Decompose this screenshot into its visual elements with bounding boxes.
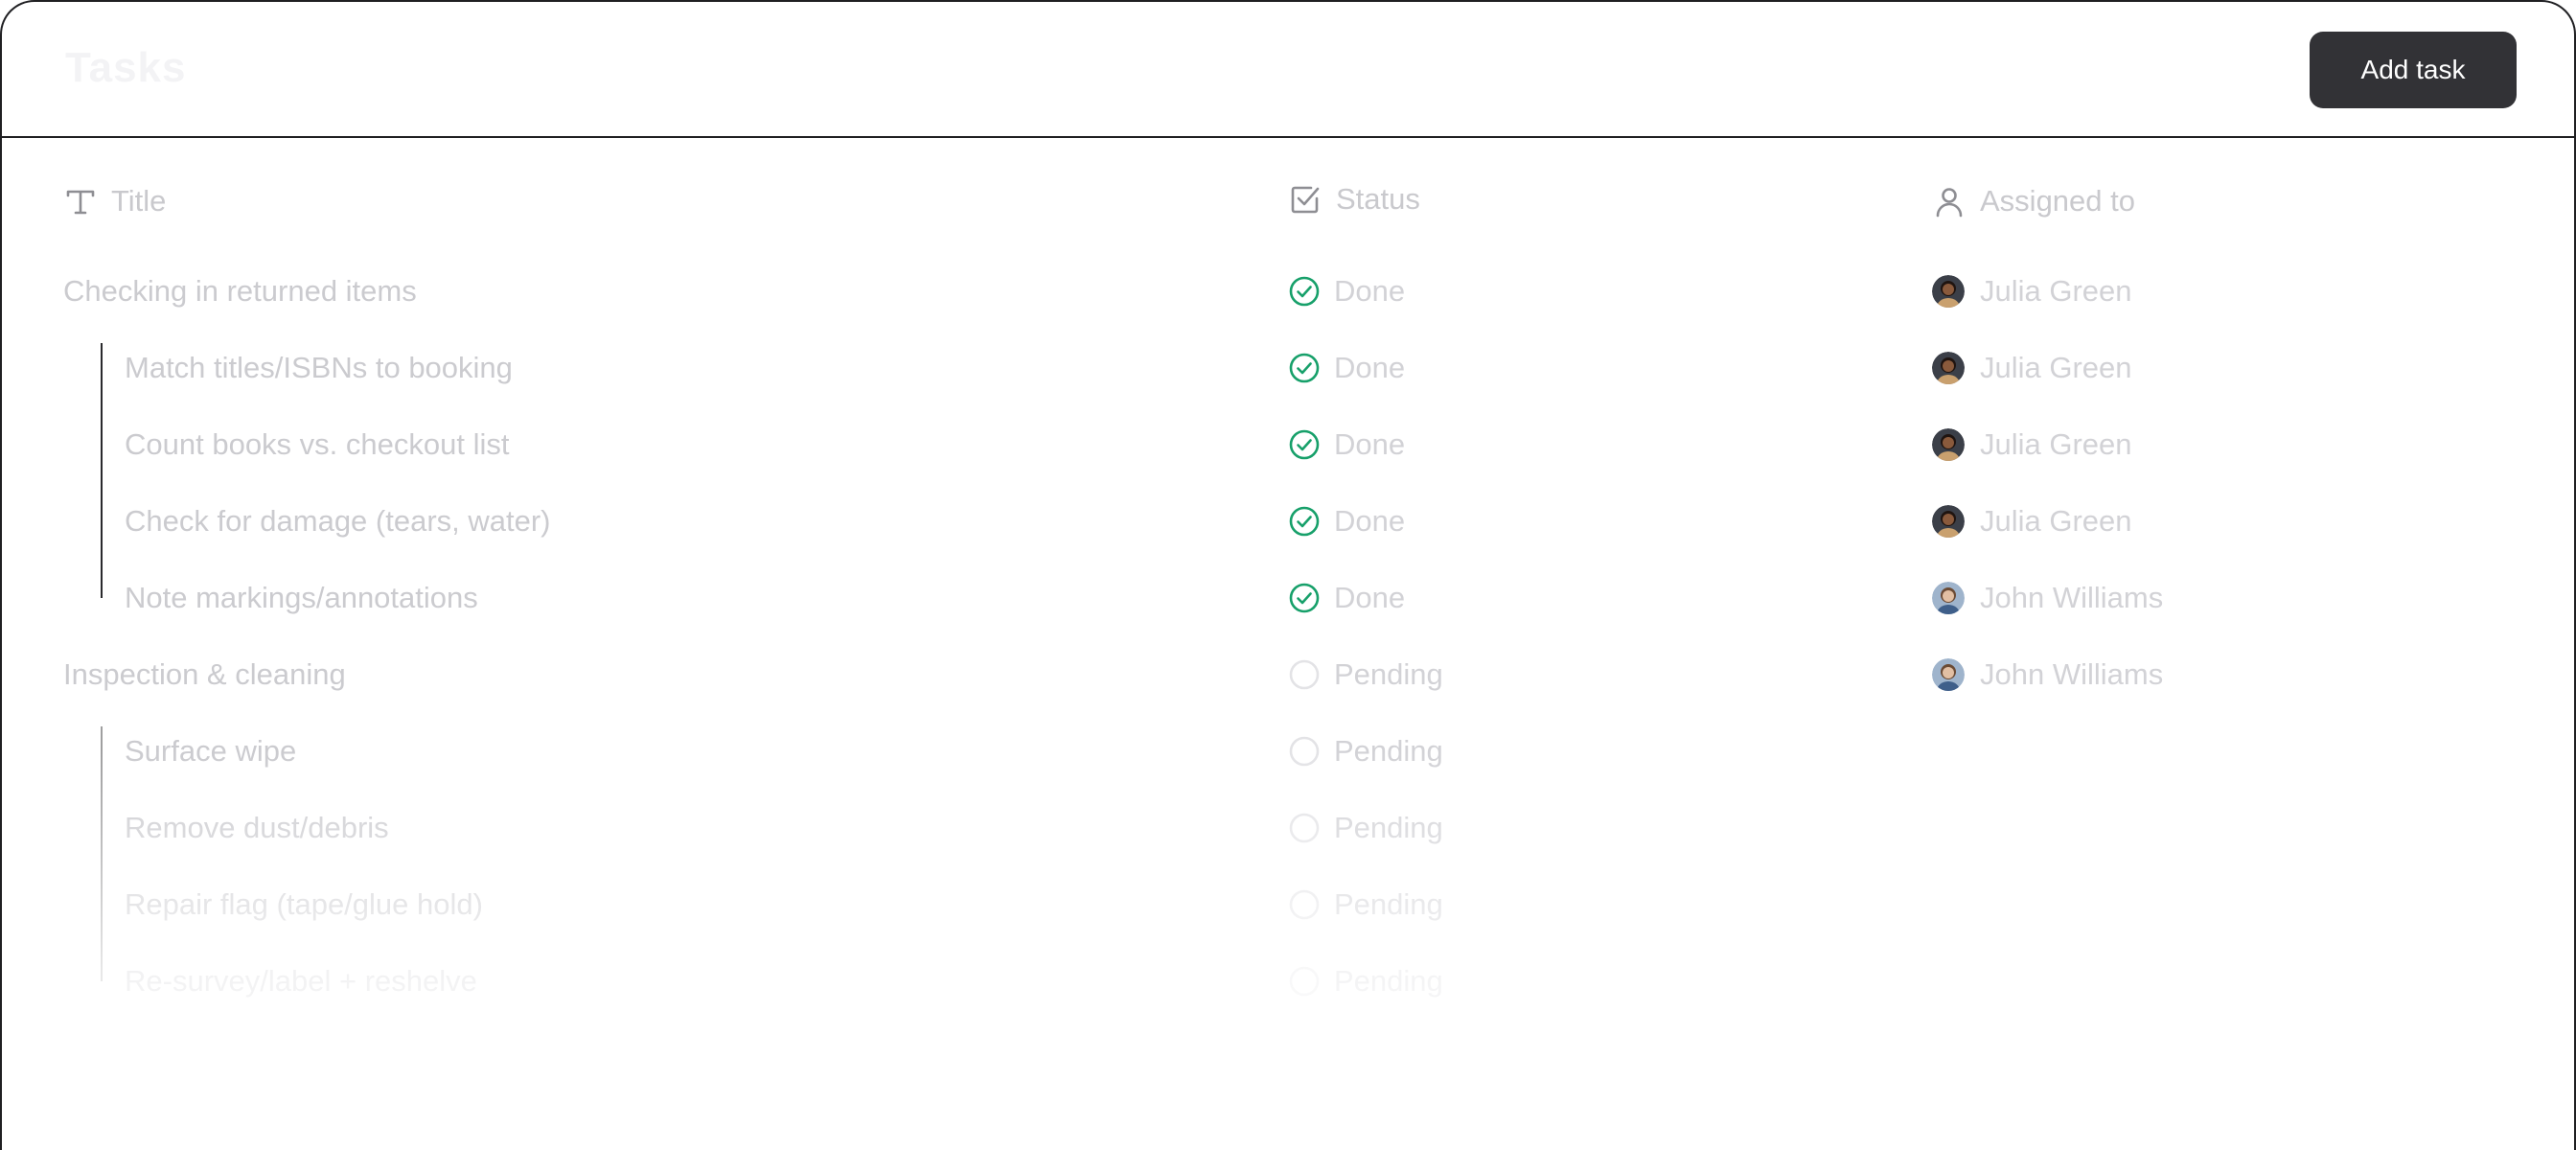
subtask-title[interactable]: Re-survey/label + reshelve — [125, 943, 477, 1020]
check-circle-icon — [1289, 276, 1320, 307]
table-row[interactable]: Re-survey/label + reshelve Pending — [2, 943, 2574, 1020]
table-row[interactable]: Repair flag (tape/glue hold) Pending — [2, 866, 2574, 943]
assignee-name: Julia Green — [1980, 427, 2132, 461]
table-row[interactable]: Note markings/annotations Done John Willia… — [2, 560, 2574, 636]
app-title: Tasks — [65, 44, 187, 91]
table-row[interactable]: Checking in returned items Done Julia Gree… — [2, 253, 2574, 330]
avatar — [1932, 658, 1965, 691]
subtask-title[interactable]: Surface wipe — [125, 713, 296, 790]
status-cell[interactable]: Done — [1288, 253, 1405, 330]
column-header-status-label: Status — [1336, 182, 1420, 216]
header: Tasks Add task — [2, 2, 2574, 138]
subtask-title[interactable]: Note markings/annotations — [125, 560, 478, 636]
check-circle-icon — [1289, 583, 1320, 613]
status-cell[interactable]: Done — [1288, 560, 1405, 636]
status-cell[interactable]: Done — [1288, 330, 1405, 406]
assignee-cell[interactable]: John Williams — [1932, 636, 2163, 713]
status-cell[interactable]: Done — [1288, 406, 1405, 483]
task-table: Title Status Assigned to Checking in ret… — [2, 138, 2574, 1150]
assignee-name: Julia Green — [1980, 504, 2132, 538]
table-row[interactable]: Check for damage (tears, water) Done Julia… — [2, 483, 2574, 560]
table-row[interactable]: Count books vs. checkout list Done Julia G… — [2, 406, 2574, 483]
add-task-button[interactable]: Add task — [2310, 32, 2517, 108]
pending-circle-icon — [1289, 813, 1320, 843]
avatar — [1932, 505, 1965, 538]
pending-circle-icon — [1289, 736, 1320, 767]
status-label: Done — [1334, 581, 1406, 614]
check-circle-icon — [1289, 353, 1320, 383]
status-label: Pending — [1334, 734, 1443, 768]
assignee-name: John Williams — [1980, 657, 2164, 691]
table-row[interactable]: Match titles/ISBNs to booking Done Julia G… — [2, 330, 2574, 406]
assignee-name: Julia Green — [1980, 274, 2132, 308]
pending-circle-icon — [1289, 966, 1320, 997]
assignee-cell[interactable]: Julia Green — [1932, 330, 2132, 406]
subtask-title[interactable]: Repair flag (tape/glue hold) — [125, 866, 483, 943]
check-circle-icon — [1289, 506, 1320, 537]
status-cell[interactable]: Done — [1288, 483, 1405, 560]
status-cell[interactable]: Pending — [1288, 866, 1443, 943]
status-label: Done — [1334, 504, 1406, 538]
avatar — [1932, 428, 1965, 461]
assignee-cell[interactable]: Julia Green — [1932, 483, 2132, 560]
user-icon — [1936, 188, 1963, 218]
assignee-cell[interactable]: John Williams — [1932, 560, 2163, 636]
subtask-title[interactable]: Match titles/ISBNs to booking — [125, 330, 513, 406]
table-row[interactable]: Inspection & cleaning Pending John William… — [2, 636, 2574, 713]
column-header-status[interactable]: Status — [1288, 182, 1420, 217]
column-header-assigned-label: Assigned to — [1980, 184, 2135, 218]
avatar — [1932, 352, 1965, 384]
check-circle-icon — [1289, 429, 1320, 460]
status-label: Pending — [1334, 811, 1443, 844]
task-title[interactable]: Inspection & cleaning — [63, 636, 346, 713]
pending-circle-icon — [1289, 889, 1320, 920]
status-cell[interactable]: Pending — [1288, 943, 1443, 1020]
app-window: Tasks Add task Title Status Assigned to — [0, 0, 2576, 1150]
column-header-assigned[interactable]: Assigned to — [1932, 184, 2135, 218]
checkbox-icon — [1291, 186, 1320, 214]
status-cell[interactable]: Pending — [1288, 713, 1443, 790]
status-label: Pending — [1334, 657, 1443, 691]
status-label: Done — [1334, 351, 1406, 384]
assignee-cell[interactable]: Julia Green — [1932, 253, 2132, 330]
table-row[interactable]: Surface wipe Pending — [2, 713, 2574, 790]
status-label: Done — [1334, 427, 1406, 461]
column-header-title[interactable]: Title — [63, 184, 166, 218]
text-icon — [66, 190, 95, 215]
table-row[interactable]: Remove dust/debris Pending — [2, 790, 2574, 866]
column-header-title-label: Title — [111, 184, 167, 218]
status-label: Done — [1334, 274, 1406, 308]
avatar — [1932, 582, 1965, 614]
subtask-title[interactable]: Check for damage (tears, water) — [125, 483, 551, 560]
subtask-title[interactable]: Remove dust/debris — [125, 790, 389, 866]
assignee-name: Julia Green — [1980, 351, 2132, 384]
status-label: Pending — [1334, 964, 1443, 998]
status-cell[interactable]: Pending — [1288, 790, 1443, 866]
subtask-title[interactable]: Count books vs. checkout list — [125, 406, 509, 483]
assignee-cell[interactable]: Julia Green — [1932, 406, 2132, 483]
assignee-name: John Williams — [1980, 581, 2164, 614]
status-label: Pending — [1334, 887, 1443, 921]
pending-circle-icon — [1289, 659, 1320, 690]
task-title[interactable]: Checking in returned items — [63, 253, 417, 330]
status-cell[interactable]: Pending — [1288, 636, 1443, 713]
avatar — [1932, 275, 1965, 308]
